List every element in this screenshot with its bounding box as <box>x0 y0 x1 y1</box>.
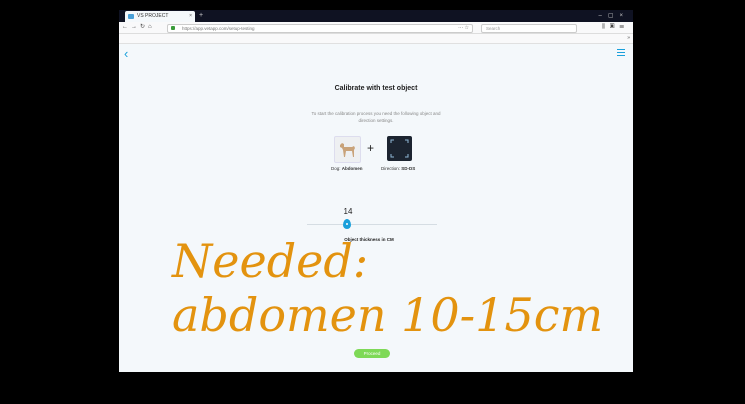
page-title: Calibrate with test object <box>334 85 418 92</box>
direction-value: SD-DS <box>401 166 416 171</box>
toolbar-icons[interactable]: ⫼▣☰ <box>602 22 629 33</box>
direction-caption: Direction: SD-DS <box>381 166 415 171</box>
url-text: https://app.vetapp.com/setup-testing <box>182 26 255 31</box>
plus-sign: + <box>367 141 375 155</box>
overlay-text-line2: abdomen 10-15cm <box>172 288 604 342</box>
direction-image <box>387 136 412 161</box>
search-input[interactable]: Search <box>481 24 577 33</box>
new-tab-button[interactable]: + <box>199 10 203 22</box>
dog-image <box>334 136 361 163</box>
nav-buttons[interactable]: ←→↻⌂ <box>122 22 155 33</box>
proceed-button[interactable]: Proceed <box>354 349 390 358</box>
dog-caption: Dog: Abdomen <box>331 166 363 171</box>
browser-tab[interactable]: VS PROJECT × <box>125 11 195 22</box>
lock-icon <box>171 26 175 30</box>
window-controls[interactable]: –▢× <box>598 10 629 22</box>
instructions-text: To start the calibration process you nee… <box>311 111 441 123</box>
more-bookmarks-icon[interactable]: » <box>627 34 630 43</box>
navigation-bar: ←→↻⌂ https://app.vetapp.com/setup-testin… <box>119 22 633 34</box>
thickness-value: 14 <box>343 207 353 216</box>
direction-label: Direction: <box>381 166 401 171</box>
overlay-text-line1: Needed: <box>172 234 369 288</box>
back-arrow-icon[interactable]: ‹ <box>124 47 128 60</box>
tab-title: VS PROJECT <box>137 13 169 19</box>
menu-icon[interactable] <box>617 49 625 58</box>
thickness-slider-handle[interactable] <box>343 219 351 229</box>
close-tab-icon[interactable]: × <box>189 11 192 22</box>
url-bar[interactable]: https://app.vetapp.com/setup-testing ···… <box>167 24 473 33</box>
favicon-icon <box>128 14 134 19</box>
dog-value: Abdomen <box>341 166 363 171</box>
thickness-slider-track[interactable] <box>307 224 437 225</box>
bookmarks-bar: MSU Ad - MSU AdIMPlant - VegaPromo - HBS… <box>119 34 633 44</box>
dog-label: Dog: <box>331 166 341 171</box>
tab-bar: VS PROJECT × + –▢× <box>119 10 633 22</box>
bookmark-star-icon[interactable]: ··· ☆ <box>458 25 469 32</box>
